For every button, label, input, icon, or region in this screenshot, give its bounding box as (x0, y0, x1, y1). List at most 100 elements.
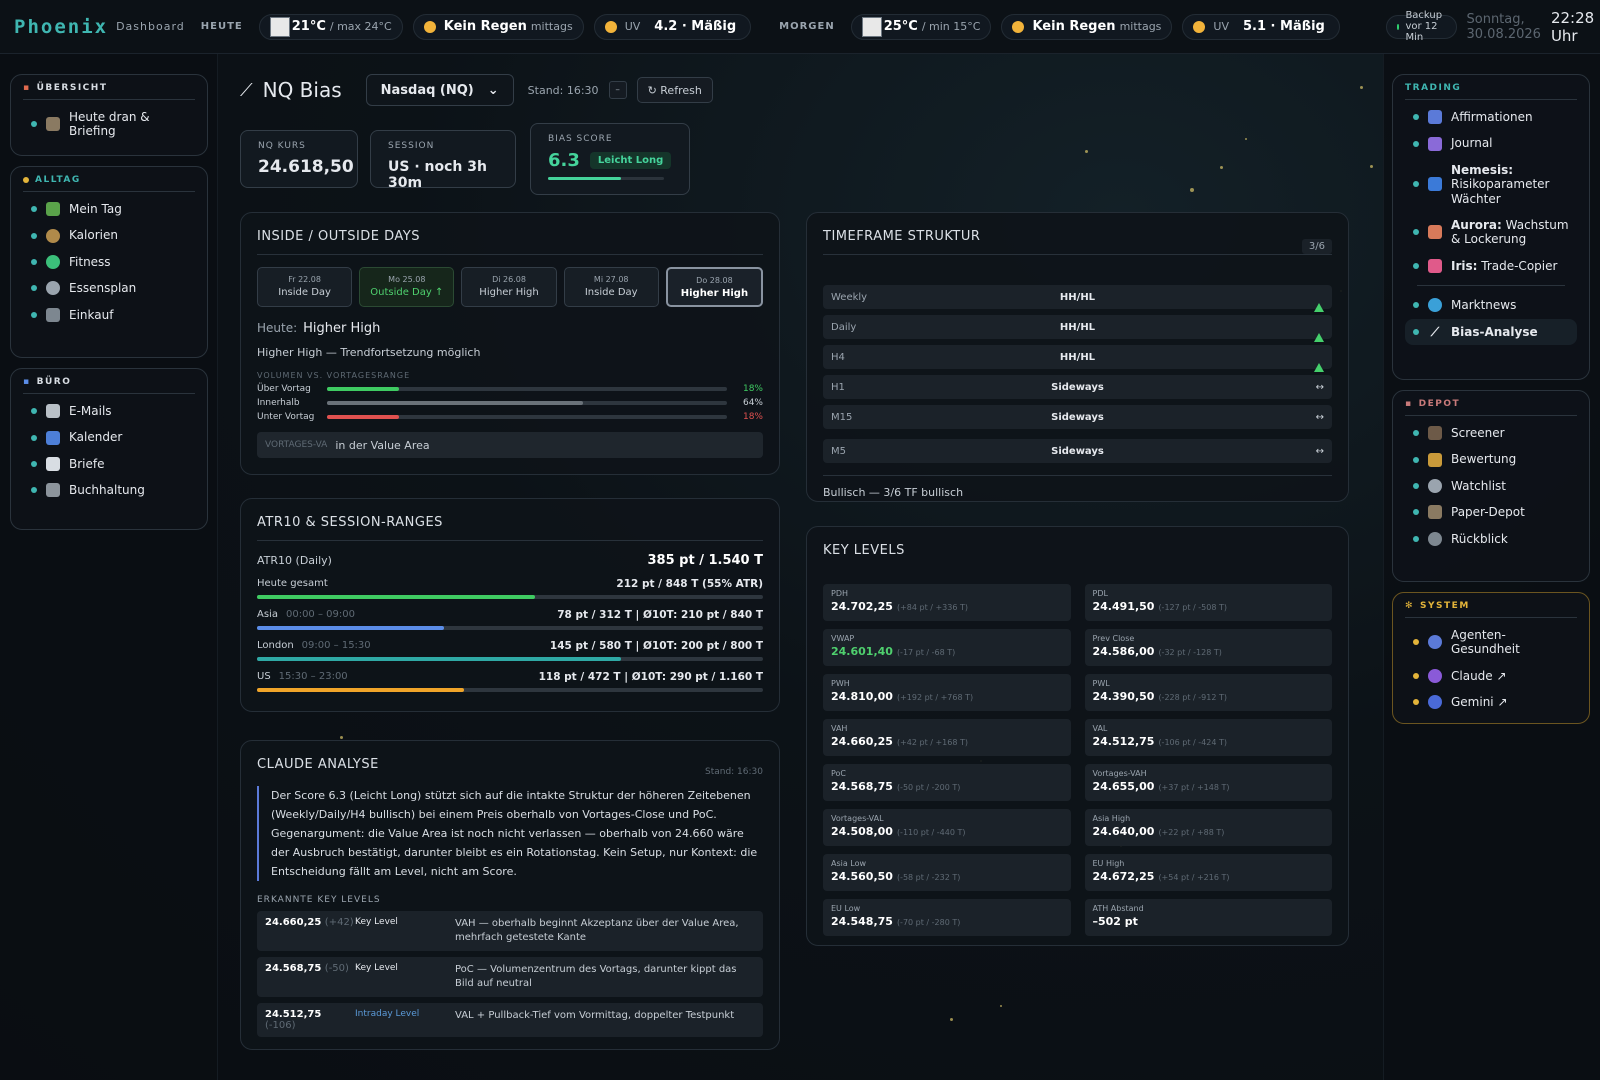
key-level: Prev Close 24.586,00 (-32 pt / -128 T) (1084, 629, 1332, 666)
today-rain-when: mittags (530, 20, 573, 33)
current-time: 22:28 Uhr (1550, 8, 1595, 45)
group-uebersicht: ▪ ÜBERSICHT Heute dran & Briefing (10, 74, 208, 156)
day-item-selected[interactable]: Do 28.08 Higher High (665, 267, 764, 307)
bias-bar (548, 177, 664, 180)
nav-item-claude[interactable]: Claude ↗ (1405, 663, 1577, 689)
tomorrow-rain: Kein Regen (1032, 19, 1116, 34)
stethoscope-icon (1428, 635, 1442, 650)
card-title: KEY LEVELS (823, 543, 905, 558)
tomorrow-rain-pill: Kein Regen mittags (1001, 13, 1173, 40)
tf-count-badge: 3/6 (1301, 239, 1332, 254)
day-list: Fr 22.08 Inside Day Mo 25.08 Outside Day ↑… (257, 267, 764, 307)
tf-row: Daily HH/HL (823, 315, 1332, 342)
tomorrow-temp: 25°C (883, 19, 918, 34)
sideways-icon: ↔ (1315, 381, 1324, 393)
day-item[interactable]: Mo 25.08 Outside Day ↑ (359, 267, 455, 307)
bias-score: 6.3 (548, 150, 580, 171)
tomorrow-uv-pill: UV 5.1 · Mäßig (1182, 13, 1340, 40)
key-level: ATH Abstand –502 pt (1084, 899, 1332, 936)
calendar-icon (46, 430, 60, 445)
detected-level-row: 24.660,25 (+42) Key Level VAH — oberhalb b… (257, 911, 763, 951)
group-alltag: ALLTAG Mein Tag Kalorien Fitness Essensp… (10, 166, 208, 358)
robot-icon (1428, 531, 1442, 546)
group-title: ▪ DEPOT (1405, 399, 1577, 416)
session-rows: Heute gesamt 212 pt / 848 T (55% ATR) Asia… (257, 578, 763, 692)
uv-label: UV (1213, 20, 1229, 33)
group-title: ▪ ÜBERSICHT (23, 83, 195, 100)
right-sidebar: TRADING Affirmationen Journal Nemesis: Ris… (1383, 54, 1600, 1080)
trading-items: Affirmationen Journal Nemesis: Risikoparam… (1405, 104, 1577, 345)
day-item[interactable]: Fr 22.08 Inside Day (257, 267, 353, 307)
nav-item-trading[interactable]: Nemesis: Risikoparameter Wächter (1405, 157, 1577, 212)
weather-icon (861, 16, 882, 37)
uv-label: UV (624, 20, 641, 33)
group-buero: ▪ BÜRO E-Mails Kalender Briefe Buchhaltun… (10, 368, 208, 530)
card-timeframe: TIMEFRAME STRUKTUR 3/6 Weekly HH/HL Daily H… (806, 212, 1349, 502)
nav-item-mein-tag[interactable]: Mein Tag (23, 196, 195, 222)
arrow-up-icon (1314, 291, 1324, 312)
nav-item-briefing[interactable]: Heute dran & Briefing (23, 104, 195, 145)
refresh-button[interactable]: ↻ Refresh (636, 77, 713, 103)
nav-item-briefe[interactable]: Briefe (23, 451, 195, 477)
atr-summary: ATR10 (Daily) 385 pt / 1.540 T (257, 553, 763, 568)
nav-item-emails[interactable]: E-Mails (23, 398, 195, 424)
bias-bar-fill (548, 177, 622, 180)
nav-item-bias-analyse[interactable]: ⟋ Bias-Analyse (1405, 318, 1577, 345)
nav-item-bewertung[interactable]: Bewertung (1405, 446, 1577, 472)
nav-item-watchlist[interactable]: Watchlist (1405, 473, 1577, 499)
tf-row: H1 Sideways ↔ (823, 375, 1332, 399)
card-inside-outside: INSIDE / OUTSIDE DAYS Fr 22.08 Inside Day… (240, 212, 780, 475)
gemini-icon (1428, 695, 1442, 710)
nav-item-rueckblick[interactable]: Rückblick (1405, 526, 1577, 552)
trend-chart-icon: ⟋ (240, 79, 253, 101)
backup-status: Backup vor 12 Min (1385, 10, 1457, 43)
key-level: Vortages-VAH 24.655,00 (+37 pt / +148 T) (1084, 764, 1332, 801)
today-uv: 4.2 · Mäßig (654, 19, 737, 34)
day-item[interactable]: Mi 27.08 Inside Day (563, 267, 659, 307)
nav-item-gemini[interactable]: Gemini ↗ (1405, 689, 1577, 715)
nav-item-marktnews[interactable]: Marktnews (1405, 292, 1577, 318)
nav-item-trading[interactable]: Iris: Trade-Copier (1405, 253, 1577, 279)
volume-row: Über Vortag 18% (257, 384, 763, 394)
nav-item-screener[interactable]: Screener (1405, 420, 1577, 446)
key-level: PDH 24.702,25 (+84 pt / +336 T) (823, 584, 1071, 621)
market-select[interactable]: Nasdaq (NQ) ⌄ (365, 74, 514, 106)
value-area-box: VORTAGES-VA in der Value Area (257, 432, 763, 458)
arrow-up-icon (1314, 321, 1324, 342)
weather-icon (269, 16, 290, 37)
card-title: CLAUDE ANALYSE (257, 757, 379, 772)
nav-item-einkauf[interactable]: Einkauf (23, 302, 195, 328)
hammer-icon (1428, 505, 1442, 520)
detected-levels: 24.660,25 (+42) Key Level VAH — oberhalb b… (257, 911, 763, 1037)
nav-item-trading[interactable]: Aurora: Wachstum & Lockerung (1405, 212, 1577, 253)
nav-item-fitness[interactable]: Fitness (23, 249, 195, 275)
cart-icon (46, 307, 60, 322)
card-title: TIMEFRAME STRUKTUR (823, 229, 1332, 255)
left-sidebar: ▪ ÜBERSICHT Heute dran & Briefing ALLTAG … (0, 54, 218, 1080)
eye-icon (1428, 478, 1442, 493)
key-level: PWH 24.810,00 (+192 pt / +768 T) (823, 674, 1071, 711)
compass-icon (1428, 225, 1442, 240)
key-level: PoC 24.568,75 (-50 pt / -200 T) (823, 764, 1071, 801)
day-item[interactable]: Di 26.08 Higher High (461, 267, 557, 307)
nav-item-agenten[interactable]: Agenten-Gesundheit (1405, 622, 1577, 663)
nav-item-trading[interactable]: Affirmationen (1405, 104, 1577, 130)
stat-label: NQ KURS (258, 141, 306, 151)
collapse-button[interactable]: – (608, 81, 627, 99)
sideways-icon: ↔ (1315, 445, 1324, 457)
nav-label: Heute dran & Briefing (69, 110, 150, 139)
nav-item-kalorien[interactable]: Kalorien (23, 222, 195, 248)
sprout-icon (46, 202, 60, 217)
nav-item-essensplan[interactable]: Essensplan (23, 275, 195, 301)
bullet (31, 121, 37, 128)
tf-row: Weekly HH/HL (823, 285, 1332, 312)
ledger-icon (46, 483, 60, 498)
arrow-up-icon (1314, 351, 1324, 372)
nav-item-paper-depot[interactable]: Paper-Depot (1405, 499, 1577, 525)
nav-item-kalender[interactable]: Kalender (23, 424, 195, 450)
market-select-value: Nasdaq (NQ) (380, 82, 474, 98)
nav-item-trading[interactable]: Journal (1405, 130, 1577, 156)
bias-tag: Leicht Long (589, 152, 672, 169)
trend-chart-icon: ⟋ (1430, 324, 1440, 339)
nav-item-buchhaltung[interactable]: Buchhaltung (23, 477, 195, 503)
